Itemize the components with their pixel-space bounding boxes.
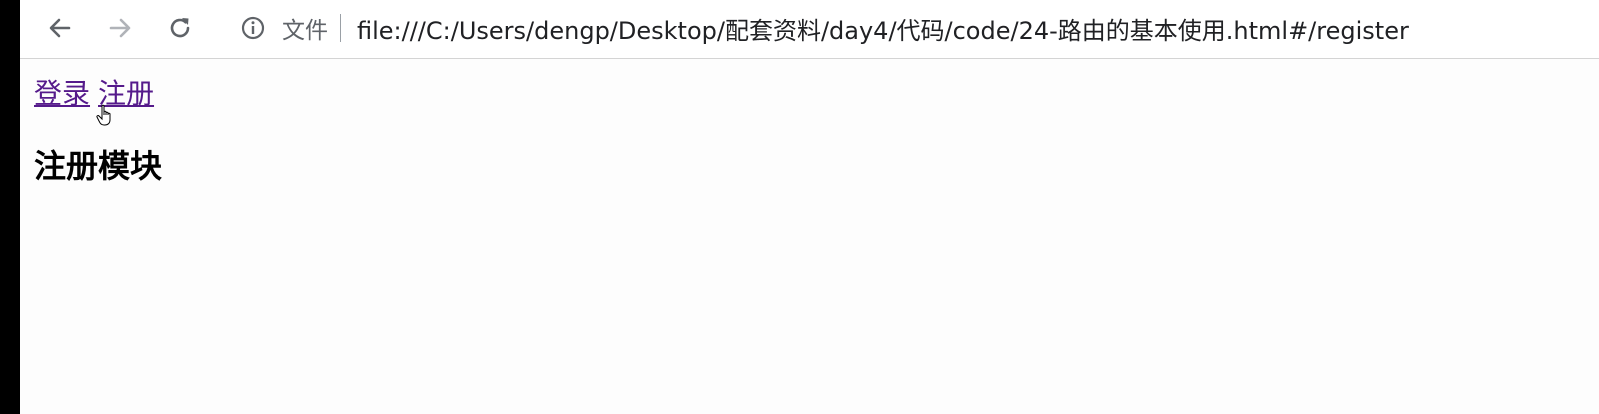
back-arrow-icon [49, 18, 71, 38]
reload-button[interactable] [160, 8, 200, 48]
info-icon[interactable] [238, 13, 268, 43]
page-content: 登录 注册 注册模块 [34, 72, 1599, 186]
address-bar[interactable]: 文件 file:///C:/Users/dengp/Desktop/配套资料/d… [230, 6, 1570, 50]
reload-icon [170, 18, 190, 38]
browser-window: 文件 file:///C:/Users/dengp/Desktop/配套资料/d… [20, 0, 1599, 414]
browser-toolbar: 文件 file:///C:/Users/dengp/Desktop/配套资料/d… [20, 0, 1599, 59]
router-links: 登录 注册 [34, 72, 1599, 116]
hand-cursor-icon [96, 104, 111, 126]
address-separator [340, 14, 341, 42]
forward-button[interactable] [100, 8, 140, 48]
url-text[interactable]: file:///C:/Users/dengp/Desktop/配套资料/day4… [357, 11, 1409, 46]
security-label: 文件 [282, 18, 328, 44]
login-link[interactable]: 登录 [34, 77, 90, 110]
back-button[interactable] [40, 8, 80, 48]
forward-arrow-icon [109, 18, 131, 38]
page-heading: 注册模块 [34, 147, 163, 185]
